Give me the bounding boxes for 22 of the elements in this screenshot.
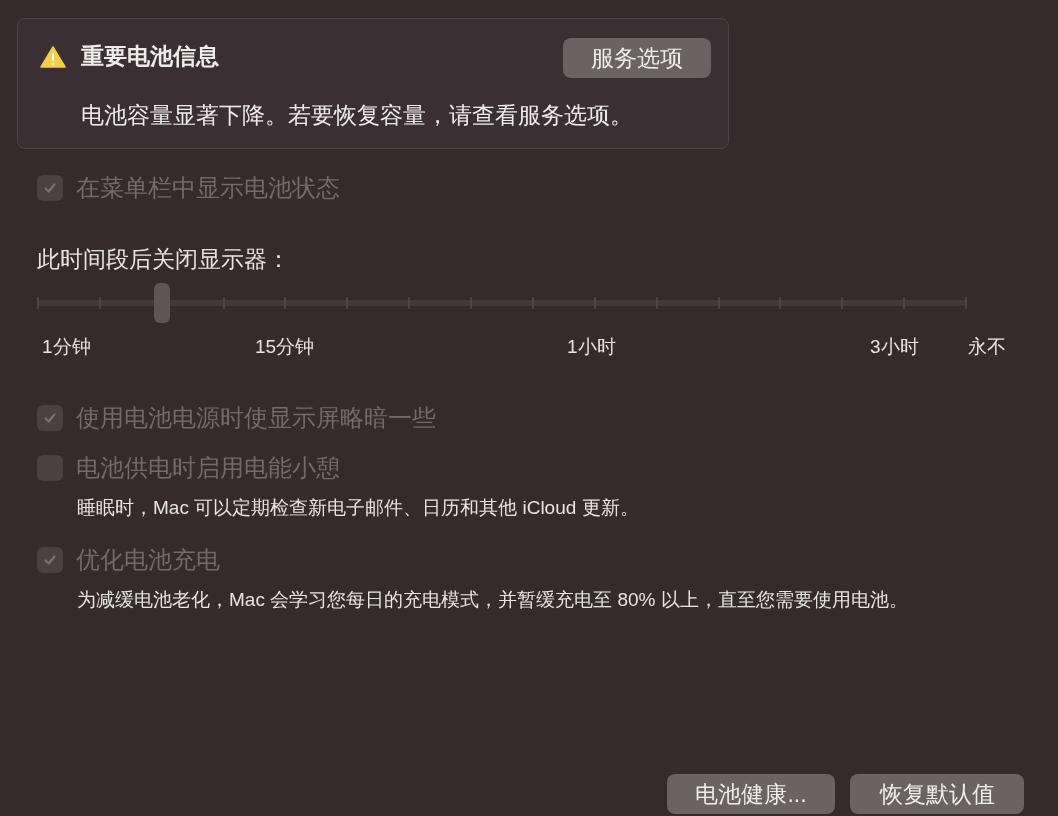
slider-thumb[interactable] [153,283,170,323]
checkmark-icon [42,552,58,568]
service-options-button[interactable]: 服务选项 [563,38,711,78]
scale-label: 3小时 [870,335,919,359]
notice-title: 重要电池信息 [81,42,219,71]
option-description: 为减缓电池老化，Mac 会学习您每日的充电模式，并暂缓充电至 80% 以上，直至您需要使用电池。 [77,588,909,612]
footer-button[interactable]: 恢复默认值 [850,774,1024,814]
checkbox-label: 使用电池电源时使显示屏略暗一些 [76,403,436,433]
scale-label: 1分钟 [42,335,91,359]
checkbox-label: 在菜单栏中显示电池状态 [76,173,340,203]
notice-message: 电池容量显著下降。若要恢复容量，请查看服务选项。 [81,101,633,130]
slider-label: 此时间段后关闭显示器： [37,245,290,274]
scale-label: 15分钟 [255,335,315,359]
checkmark-icon [42,410,58,426]
footer-button[interactable]: 电池健康... [667,774,835,814]
option-description: 睡眠时，Mac 可以定期检查新电子邮件、日历和其他 iCloud 更新。 [77,496,640,520]
warning-icon [40,46,66,68]
checkbox-label: 优化电池充电 [76,545,220,575]
checkmark-icon [42,180,58,196]
scale-label: 1小时 [567,335,616,359]
scale-label: 永不 [968,335,1006,359]
checkbox-label: 电池供电时启用电能小憩 [76,453,340,483]
